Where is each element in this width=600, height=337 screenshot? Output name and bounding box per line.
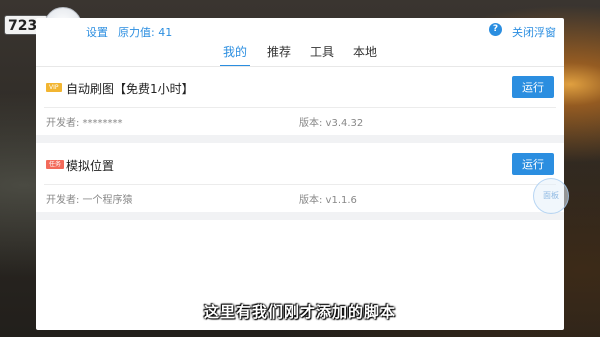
tab-divider: [36, 66, 564, 67]
close-float-button[interactable]: 关闭浮窗: [512, 24, 556, 40]
version-label: 版本: v1.1.6: [299, 195, 357, 206]
card-divider: [44, 184, 556, 185]
floating-panel-badge[interactable]: 面板: [533, 178, 569, 214]
tab-local[interactable]: 本地: [352, 44, 378, 65]
script-card-header: VIP 自动刷图【免费1小时】 运行: [36, 69, 564, 107]
script-card-header: 任务 模拟位置 运行: [36, 146, 564, 184]
card-gap: [36, 212, 564, 220]
tab-bar: 我的 推荐 工具 本地: [36, 44, 564, 67]
settings-link[interactable]: 设置: [86, 24, 108, 40]
version-label: 版本: v3.4.32: [299, 118, 364, 129]
script-card: 任务 模拟位置 运行 开发者: 一个程序猿 版本: v1.1.6: [36, 146, 564, 212]
tab-recommend[interactable]: 推荐: [266, 44, 292, 65]
video-subtitle: 这里有我们刚才添加的脚本: [203, 303, 396, 321]
task-tag: 任务: [46, 160, 65, 169]
script-title: 自动刷图【免费1小时】: [66, 82, 194, 96]
card-gap: [36, 135, 564, 143]
card-divider: [44, 107, 556, 108]
panel-topbar: 设置 原力值: 41 ? 关闭浮窗: [36, 18, 564, 42]
help-icon[interactable]: ?: [489, 23, 502, 36]
developer-label: 开发者: ********: [46, 118, 123, 129]
developer-label: 开发者: 一个程序猿: [46, 195, 133, 206]
run-button[interactable]: 运行: [512, 153, 554, 175]
run-button[interactable]: 运行: [512, 76, 554, 98]
vip-tag: VIP: [46, 83, 62, 92]
tab-mine[interactable]: 我的: [220, 44, 250, 67]
power-value: 原力值: 41: [118, 26, 173, 39]
script-card: VIP 自动刷图【免费1小时】 运行 开发者: ******** 版本: v3.…: [36, 69, 564, 135]
script-title: 模拟位置: [66, 159, 115, 173]
tab-tools[interactable]: 工具: [309, 44, 335, 65]
script-panel: 设置 原力值: 41 ? 关闭浮窗 我的 推荐 工具 本地 VIP 自动刷图【免…: [36, 18, 564, 330]
